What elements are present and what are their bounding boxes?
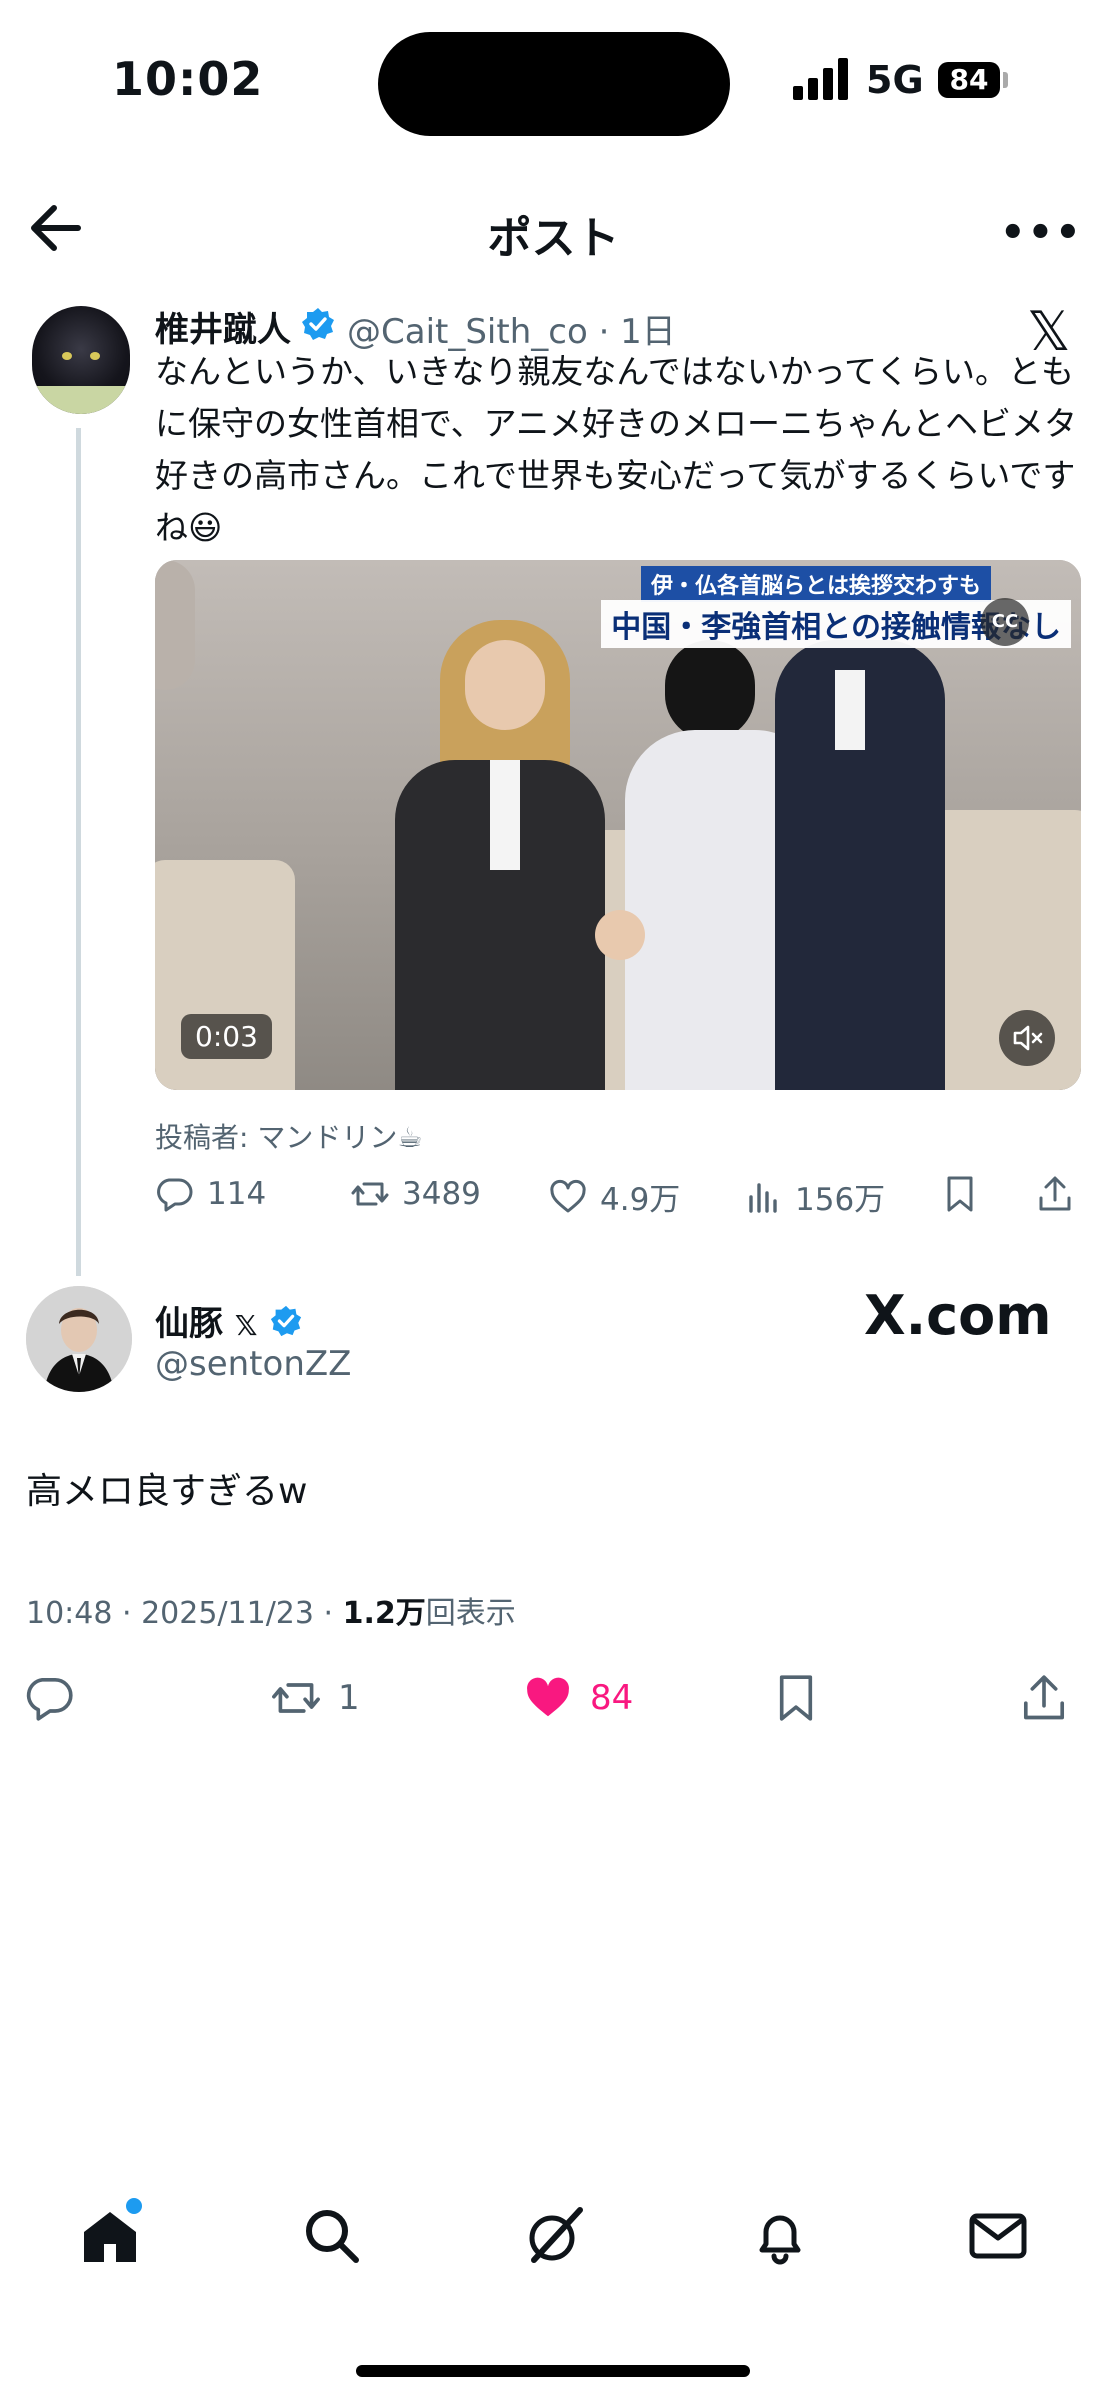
post-view-count: 1.2万 [342,1596,426,1631]
search-icon [306,2210,359,2263]
bookmark-icon [779,1675,813,1721]
notifications-icon [759,2215,801,2265]
views-count: 156万 [795,1182,886,1218]
mute-icon[interactable] [999,1010,1055,1066]
grok-icon [529,2207,583,2263]
avatar[interactable] [26,1286,132,1392]
repost-button[interactable]: 1 [270,1672,360,1724]
repost-count: 1 [338,1678,360,1718]
share-icon [1023,1675,1065,1720]
video-duration: 0:03 [181,1014,272,1059]
watermark-text: X.com [864,1284,1052,1347]
signal-icon [793,58,851,100]
avatar[interactable] [32,306,130,414]
post-view-label: 回表示 [425,1596,516,1631]
share-button[interactable] [1035,1174,1075,1214]
more-options-icon[interactable]: ••• [1000,210,1083,256]
nav-grok[interactable] [522,2204,586,2268]
closed-caption-button[interactable]: CC [981,598,1029,646]
share-icon [1039,1176,1071,1211]
video-player[interactable]: 伊・仏各首脳らとは挨拶交わすも 中国・李強首相との接触情報なし CC 0:03 [155,560,1081,1090]
like-count: 4.9万 [600,1182,681,1218]
bookmark-button[interactable] [940,1174,980,1214]
heart-icon [550,1179,586,1212]
like-count: 84 [590,1678,634,1718]
network-label: 5G [866,58,924,102]
post-meta: 10:48 · 2025/11/23 · 1.2万回表示 [26,1588,516,1632]
reply-count: 114 [207,1176,267,1212]
like-button[interactable]: 84 [522,1672,633,1724]
nav-search[interactable] [300,2204,364,2268]
post-text: 高メロ良すぎるw [26,1471,308,1512]
bookmark-button[interactable] [770,1672,822,1724]
nav-messages[interactable] [966,2204,1030,2268]
like-button[interactable]: 4.9万 [548,1174,680,1219]
video-poster-credit[interactable]: 投稿者: マンドリン☕ [155,1116,422,1156]
video-caption-top: 伊・仏各首脳らとは挨拶交わすも [640,566,991,602]
verified-badge-icon [269,1304,303,1347]
thread-line [76,428,81,1276]
battery-icon: 84 [938,62,1000,98]
author-name-text: 仙豚 [155,1304,223,1344]
repost-icon [272,1683,320,1713]
bookmark-icon [947,1176,973,1212]
views-icon [749,1182,777,1213]
verified-badge-icon [300,306,336,342]
reply-icon [157,1178,193,1212]
notification-dot [126,2198,142,2214]
reply-button[interactable] [24,1672,76,1724]
repost-icon [351,1182,389,1206]
post-timestamp: 10:48 · 2025/11/23 · [26,1596,343,1631]
repost-button[interactable]: 3489 [350,1174,481,1214]
post-text: なんというか、いきなり親友なんではないかってくらい。ともに保守の女性首相で、アニ… [155,352,1078,547]
x-badge-icon: 𝕏 [234,1309,258,1342]
heart-filled-icon [527,1677,569,1717]
reply-button[interactable]: 114 [155,1174,266,1214]
status-time: 10:02 [112,52,264,106]
dynamic-island [378,32,730,136]
share-button[interactable] [1018,1672,1070,1724]
messages-icon [969,2213,1027,2259]
repost-count: 3489 [402,1176,481,1212]
views-button[interactable]: 156万 [743,1174,885,1219]
reply-icon [26,1677,73,1721]
author-name[interactable]: 椎井蹴人 [155,302,291,351]
nav-notifications[interactable] [748,2204,812,2268]
battery-cap [1003,72,1008,88]
author-name[interactable]: 仙豚 𝕏 [155,1296,303,1347]
author-handle[interactable]: @sentonZZ [155,1344,351,1384]
home-indicator[interactable] [356,2365,750,2377]
page-title: ポスト [487,213,620,264]
